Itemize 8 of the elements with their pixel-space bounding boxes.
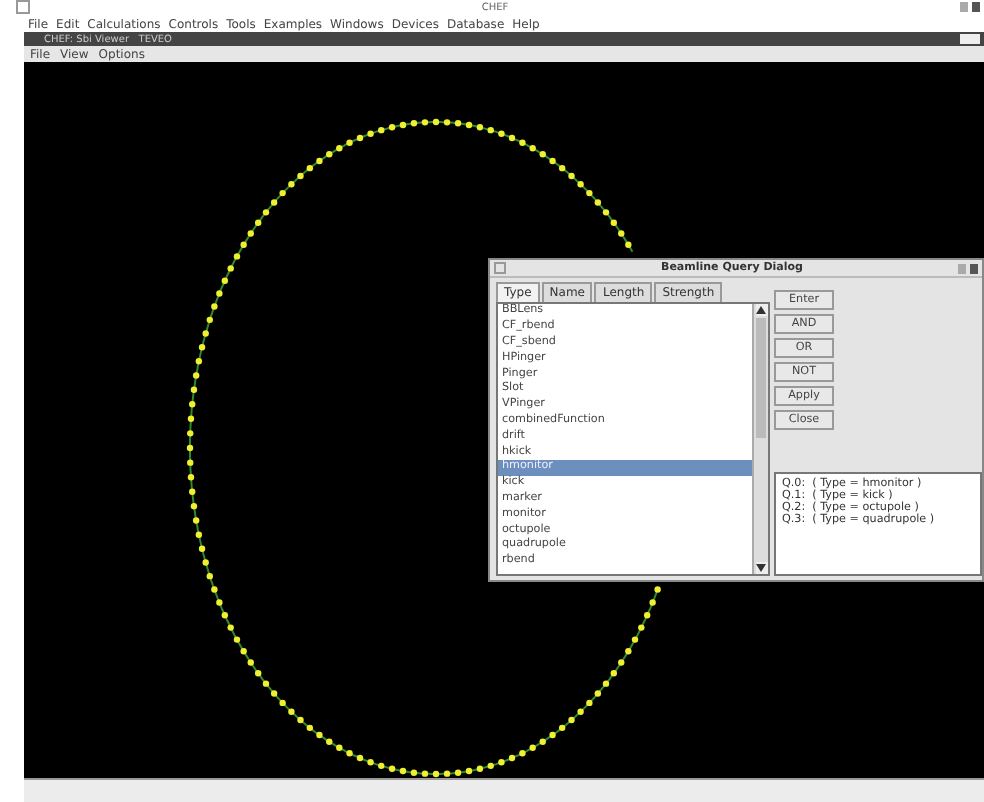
scroll-thumb[interactable] [756, 318, 766, 439]
window-controls-icon[interactable] [958, 263, 978, 274]
down-arrow-icon[interactable] [755, 562, 767, 575]
up-arrow-icon[interactable] [755, 304, 767, 317]
scrollbar[interactable] [752, 304, 768, 575]
window-menu-icon[interactable] [16, 0, 30, 15]
window-controls-icon[interactable] [960, 34, 980, 45]
window-controls-icon[interactable] [960, 2, 980, 13]
